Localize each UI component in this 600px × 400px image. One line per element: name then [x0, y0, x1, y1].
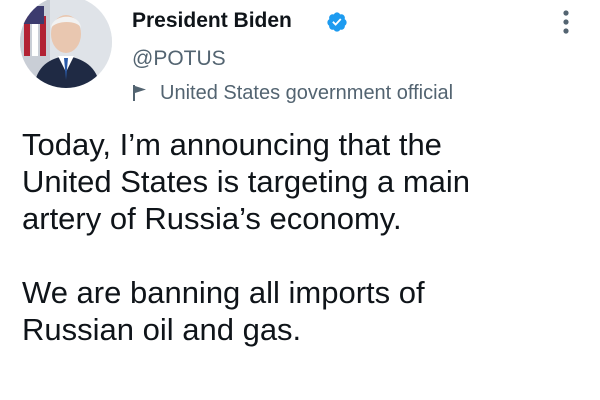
user-handle[interactable]: @POTUS [132, 47, 226, 71]
tweet-text-line: Russian oil and gas. [22, 312, 302, 347]
tweet-text: Today, I’m announcing that the United St… [22, 126, 592, 348]
display-name[interactable]: President Biden [132, 9, 292, 33]
tweet-text-line: Today, I’m announcing that the [22, 127, 442, 162]
avatar[interactable] [20, 0, 112, 88]
verified-badge-icon [327, 12, 347, 32]
flag-icon [133, 85, 146, 101]
tweet-card: President Biden @POTUS United States gov… [0, 0, 600, 400]
tweet-text-line: We are banning all imports of [22, 275, 425, 310]
tweet-text-line: United States is targeting a main [22, 164, 471, 199]
profile-photo-icon [20, 0, 112, 88]
government-official-label: United States government official [160, 81, 454, 104]
affiliation-label: United States government official [132, 80, 453, 106]
more-options-icon[interactable] [556, 8, 576, 36]
tweet-text-line: artery of Russia’s economy. [22, 201, 402, 236]
